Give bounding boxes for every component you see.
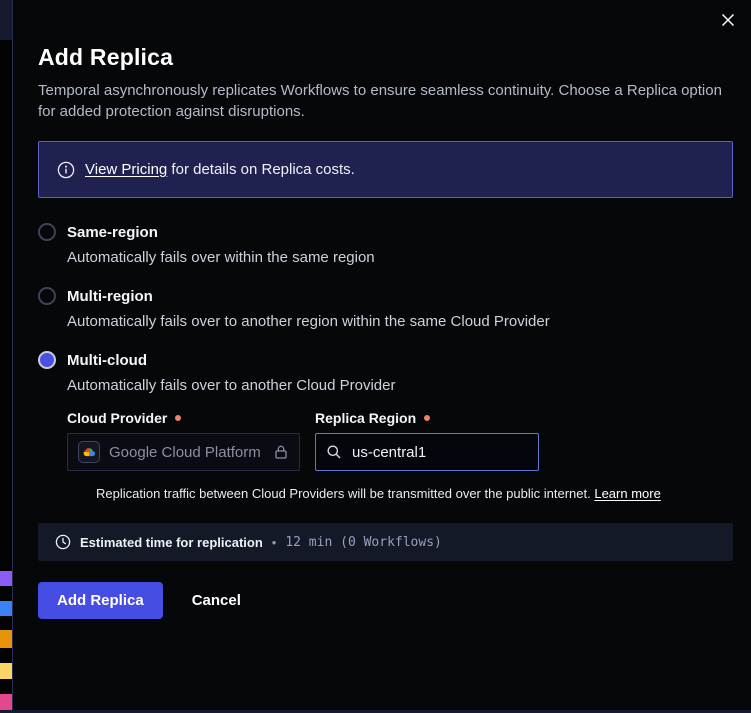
replica-option-same-region: Same-region Automatically fails over wit…	[38, 223, 733, 266]
lock-icon	[273, 444, 289, 460]
replica-option-multi-cloud: Multi-cloud Automatically fails over to …	[38, 351, 733, 501]
search-icon	[326, 444, 342, 460]
add-replica-button[interactable]: Add Replica	[38, 582, 163, 619]
modal-actions: Add Replica Cancel	[38, 582, 733, 619]
radio-icon[interactable]	[38, 287, 56, 305]
option-description: Automatically fails over to another regi…	[67, 313, 733, 330]
estimate-separator: •	[272, 535, 277, 550]
close-icon	[720, 12, 736, 28]
pricing-banner-text: View Pricing for details on Replica cost…	[85, 161, 355, 178]
background-color-stripe	[0, 630, 12, 648]
option-label: Same-region	[67, 224, 158, 241]
pricing-banner-rest: for details on Replica costs.	[167, 161, 355, 178]
cancel-button[interactable]: Cancel	[192, 592, 241, 609]
public-internet-note: Replication traffic between Cloud Provid…	[96, 486, 733, 501]
estimated-time-banner: Estimated time for replication • 12 min …	[38, 523, 733, 561]
info-icon	[57, 161, 75, 179]
replica-region-searchbox[interactable]	[315, 433, 539, 471]
radio-multi-region[interactable]: Multi-region	[38, 287, 733, 305]
radio-icon[interactable]	[38, 223, 56, 241]
close-button[interactable]	[718, 10, 738, 30]
radio-icon[interactable]	[38, 351, 56, 369]
option-description: Automatically fails over within the same…	[67, 249, 733, 266]
radio-same-region[interactable]: Same-region	[38, 223, 733, 241]
gcp-logo-icon	[78, 441, 100, 463]
background-color-stripe	[0, 663, 12, 679]
add-replica-modal: Add Replica Temporal asynchronously repl…	[12, 0, 751, 713]
option-description: Automatically fails over to another Clou…	[67, 377, 733, 394]
modal-description: Temporal asynchronously replicates Workf…	[38, 80, 733, 122]
learn-more-link[interactable]: Learn more	[594, 486, 660, 501]
estimate-value: 12 min (0 Workflows)	[285, 535, 442, 550]
field-label-text: Replica Region	[315, 410, 416, 426]
option-label: Multi-cloud	[67, 352, 147, 369]
required-dot-icon	[424, 415, 430, 421]
replica-option-multi-region: Multi-region Automatically fails over to…	[38, 287, 733, 330]
cloud-provider-value: Google Cloud Platform	[109, 444, 264, 461]
pricing-info-banner: View Pricing for details on Replica cost…	[38, 141, 733, 198]
replica-region-field: Replica Region	[315, 410, 539, 471]
multi-cloud-subform: Cloud Provider	[67, 410, 733, 501]
option-label: Multi-region	[67, 288, 153, 305]
page-title: Add Replica	[38, 44, 733, 71]
background-header-fragment	[0, 0, 12, 40]
field-label-text: Cloud Provider	[67, 410, 167, 426]
note-text: Replication traffic between Cloud Provid…	[96, 486, 594, 501]
background-color-stripe	[0, 601, 12, 616]
background-color-stripe	[0, 571, 12, 586]
background-page-sliver	[0, 0, 12, 713]
cloud-provider-select[interactable]: Google Cloud Platform	[67, 433, 300, 471]
clock-icon	[55, 534, 71, 550]
radio-multi-cloud[interactable]: Multi-cloud	[38, 351, 733, 369]
required-dot-icon	[175, 415, 181, 421]
replica-region-label: Replica Region	[315, 410, 539, 426]
cloud-provider-field: Cloud Provider	[67, 410, 300, 471]
view-pricing-link[interactable]: View Pricing	[85, 161, 167, 178]
estimate-label: Estimated time for replication	[80, 535, 263, 550]
cloud-provider-label: Cloud Provider	[67, 410, 300, 426]
replica-region-input[interactable]	[350, 443, 528, 462]
